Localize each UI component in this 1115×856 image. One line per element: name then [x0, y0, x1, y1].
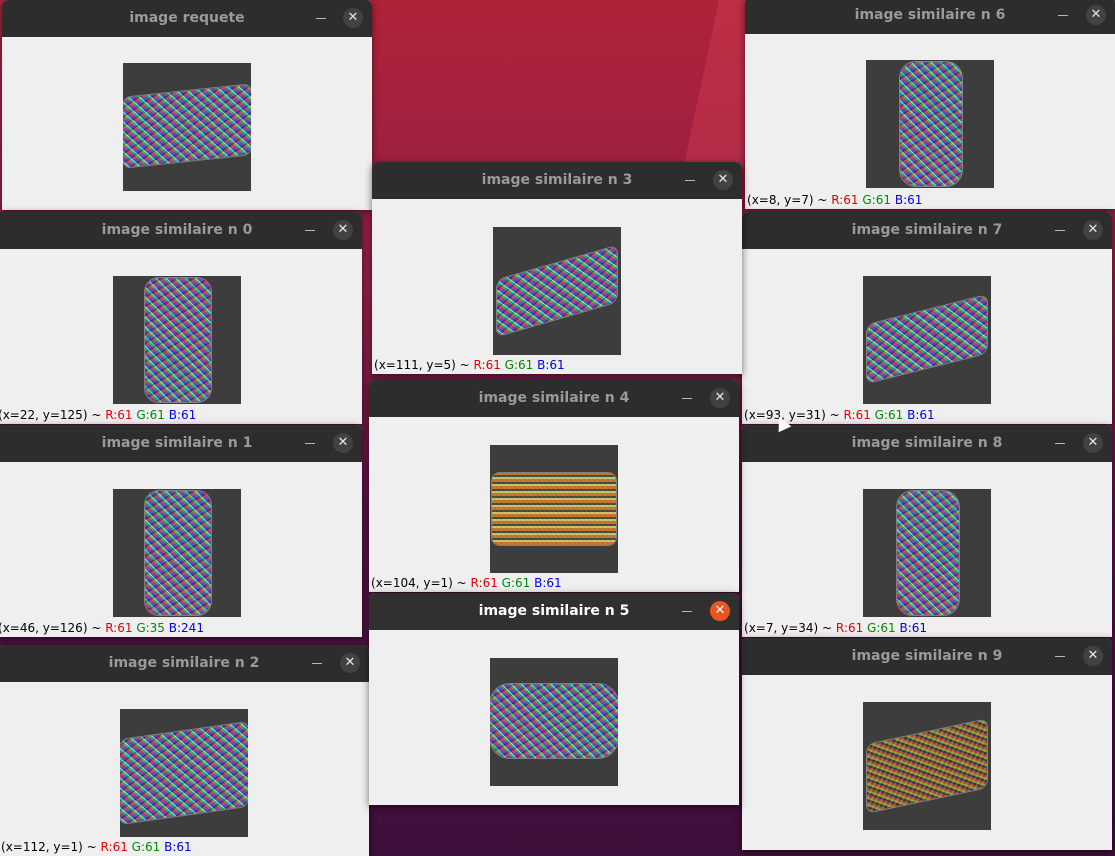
pixel-status: (x=112, y=1) ~ R:61 G:61 B:61: [1, 840, 192, 854]
similar-image: [113, 276, 241, 404]
object-shape: [867, 295, 987, 383]
pixel-status: (x=104, y=1) ~ R:61 G:61 B:61: [371, 576, 562, 590]
close-icon[interactable]: ✕: [710, 601, 730, 621]
close-icon[interactable]: ✕: [333, 433, 353, 453]
window-image-similaire-7[interactable]: image similaire n 7 ✕ (x=93, y=31) ~ R:6…: [742, 212, 1112, 424]
window-image-similaire-8[interactable]: image similaire n 8 ✕ (x=7, y=34) ~ R:61…: [742, 425, 1112, 637]
minimize-icon[interactable]: [312, 9, 330, 27]
minimize-icon[interactable]: [678, 389, 696, 407]
minimize-icon[interactable]: [308, 654, 326, 672]
object-shape: [497, 245, 617, 337]
minimize-icon[interactable]: [1051, 434, 1069, 452]
object-shape: [145, 278, 211, 402]
image-canvas[interactable]: (x=8, y=7) ~ R:61 G:61 B:61: [745, 34, 1115, 209]
similar-image: [866, 60, 994, 188]
similar-image: [863, 489, 991, 617]
similar-image: [863, 702, 991, 830]
window-image-similaire-5[interactable]: image similaire n 5 ✕: [369, 593, 739, 805]
object-shape: [492, 473, 616, 545]
window-image-similaire-3[interactable]: image similaire n 3 ✕ (x=111, y=5) ~ R:6…: [372, 162, 742, 374]
image-canvas[interactable]: (x=93, y=31) ~ R:61 G:61 B:61: [742, 249, 1112, 424]
close-icon[interactable]: ✕: [1083, 433, 1103, 453]
pixel-status: (x=8, y=7) ~ R:61 G:61 B:61: [747, 193, 923, 207]
similar-image: [863, 276, 991, 404]
object-shape: [867, 719, 987, 813]
window-image-similaire-6[interactable]: image similaire n 6 ✕ (x=8, y=7) ~ R:61 …: [745, 0, 1115, 209]
minimize-icon[interactable]: [301, 221, 319, 239]
image-canvas[interactable]: (x=104, y=1) ~ R:61 G:61 B:61: [369, 417, 739, 592]
similar-image: [490, 445, 618, 573]
pixel-status: (x=7, y=34) ~ R:61 G:61 B:61: [744, 621, 928, 635]
similar-image: [490, 658, 618, 786]
image-canvas[interactable]: [742, 675, 1112, 850]
titlebar[interactable]: image similaire n 3 ✕: [372, 162, 742, 199]
similar-image: [113, 489, 241, 617]
close-icon[interactable]: ✕: [343, 8, 363, 28]
window-image-similaire-2[interactable]: image similaire n 2 ✕ (x=112, y=1) ~ R:6…: [0, 645, 369, 856]
image-canvas[interactable]: (x=111, y=5) ~ R:61 G:61 B:61: [372, 199, 742, 374]
titlebar[interactable]: image similaire n 8 ✕: [742, 425, 1112, 462]
object-shape: [490, 684, 618, 758]
pixel-status: (x=22, y=125) ~ R:61 G:61 B:61: [0, 408, 197, 422]
titlebar[interactable]: image similaire n 9 ✕: [742, 638, 1112, 675]
titlebar[interactable]: image similaire n 0 ✕: [0, 212, 362, 249]
object-shape: [900, 62, 962, 186]
close-icon[interactable]: ✕: [1083, 220, 1103, 240]
image-canvas[interactable]: (x=7, y=34) ~ R:61 G:61 B:61: [742, 462, 1112, 637]
titlebar[interactable]: image similaire n 1 ✕: [0, 425, 362, 462]
minimize-icon[interactable]: [301, 434, 319, 452]
close-icon[interactable]: ✕: [333, 220, 353, 240]
titlebar[interactable]: image similaire n 2 ✕: [0, 645, 369, 682]
minimize-icon[interactable]: [1051, 647, 1069, 665]
image-canvas[interactable]: [2, 37, 372, 210]
object-shape: [897, 491, 959, 615]
close-icon[interactable]: ✕: [713, 170, 733, 190]
minimize-icon[interactable]: [678, 602, 696, 620]
minimize-icon[interactable]: [681, 171, 699, 189]
image-canvas[interactable]: (x=46, y=126) ~ R:61 G:35 B:241: [0, 462, 362, 637]
close-icon[interactable]: ✕: [1086, 5, 1106, 25]
window-image-requete[interactable]: image requete ✕: [2, 0, 372, 210]
pixel-status: (x=111, y=5) ~ R:61 G:61 B:61: [374, 358, 565, 372]
titlebar[interactable]: image similaire n 4 ✕: [369, 380, 739, 417]
object-shape: [120, 722, 248, 824]
pixel-status: (x=46, y=126) ~ R:61 G:35 B:241: [0, 621, 204, 635]
minimize-icon[interactable]: [1051, 221, 1069, 239]
image-canvas[interactable]: [369, 630, 739, 805]
window-image-similaire-0[interactable]: image similaire n 0 ✕ (x=22, y=125) ~ R:…: [0, 212, 362, 424]
window-image-similaire-4[interactable]: image similaire n 4 ✕ (x=104, y=1) ~ R:6…: [369, 380, 739, 592]
image-canvas[interactable]: (x=112, y=1) ~ R:61 G:61 B:61: [0, 682, 369, 856]
object-shape: [145, 491, 211, 615]
similar-image: [493, 227, 621, 355]
titlebar[interactable]: image similaire n 7 ✕: [742, 212, 1112, 249]
titlebar[interactable]: image requete ✕: [2, 0, 372, 37]
titlebar[interactable]: image similaire n 5 ✕: [369, 593, 739, 630]
close-icon[interactable]: ✕: [1083, 646, 1103, 666]
close-icon[interactable]: ✕: [710, 388, 730, 408]
image-canvas[interactable]: (x=22, y=125) ~ R:61 G:61 B:61: [0, 249, 362, 424]
window-image-similaire-1[interactable]: image similaire n 1 ✕ (x=46, y=126) ~ R:…: [0, 425, 362, 637]
close-icon[interactable]: ✕: [340, 653, 360, 673]
object-shape: [123, 84, 251, 168]
titlebar[interactable]: image similaire n 6 ✕: [745, 0, 1115, 34]
query-image: [123, 63, 251, 191]
minimize-icon[interactable]: [1054, 6, 1072, 24]
window-image-similaire-9[interactable]: image similaire n 9 ✕: [742, 638, 1112, 850]
similar-image: [120, 709, 248, 837]
